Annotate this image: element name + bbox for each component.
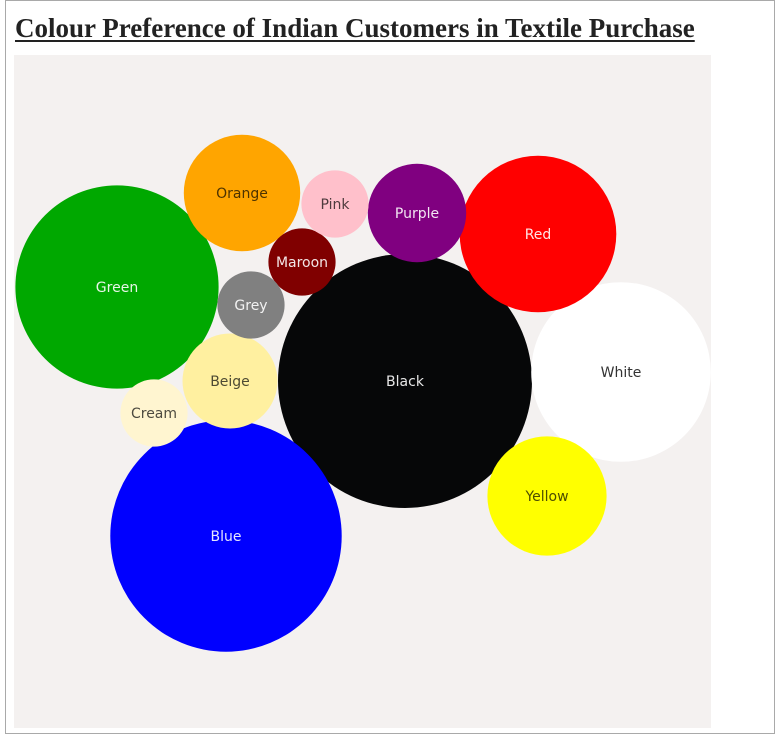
bubble-black-label: Black bbox=[386, 374, 425, 390]
bubble-purple-label: Purple bbox=[395, 206, 439, 222]
bubble-yellow: Yellow bbox=[487, 436, 607, 556]
bubble-cream-label: Cream bbox=[131, 406, 177, 422]
bubble-beige-label: Beige bbox=[210, 374, 250, 390]
bubble-grey: Grey bbox=[217, 271, 285, 339]
bubble-green: Green bbox=[15, 185, 219, 389]
bubble-maroon-label: Maroon bbox=[276, 255, 328, 271]
bubble-red: Red bbox=[459, 155, 617, 313]
bubble-cream: Cream bbox=[120, 379, 188, 447]
bubble-grey-label: Grey bbox=[234, 298, 267, 314]
bubble-orange: Orange bbox=[183, 134, 301, 252]
bubble-yellow-label: Yellow bbox=[524, 489, 568, 505]
bubble-pink: Pink bbox=[301, 170, 369, 238]
bubble-white-label: White bbox=[601, 365, 642, 381]
bubble-purple: Purple bbox=[367, 163, 467, 263]
bubble-pink-label: Pink bbox=[320, 197, 350, 213]
bubble-orange-label: Orange bbox=[216, 186, 268, 202]
bubble-blue-label: Blue bbox=[211, 529, 242, 545]
bubble-maroon: Maroon bbox=[268, 228, 336, 296]
bubble-blue: Blue bbox=[110, 420, 342, 652]
chart-title: Colour Preference of Indian Customers in… bbox=[15, 13, 695, 43]
bubble-green-label: Green bbox=[96, 280, 138, 296]
bubble-chart: Black Blue Green White Red Orange Yellow Purple… bbox=[15, 134, 711, 652]
bubble-red-label: Red bbox=[525, 227, 552, 243]
plot-area: Black Blue Green White Red Orange Yellow Purple… bbox=[14, 55, 711, 728]
bubble-beige: Beige bbox=[182, 333, 278, 429]
